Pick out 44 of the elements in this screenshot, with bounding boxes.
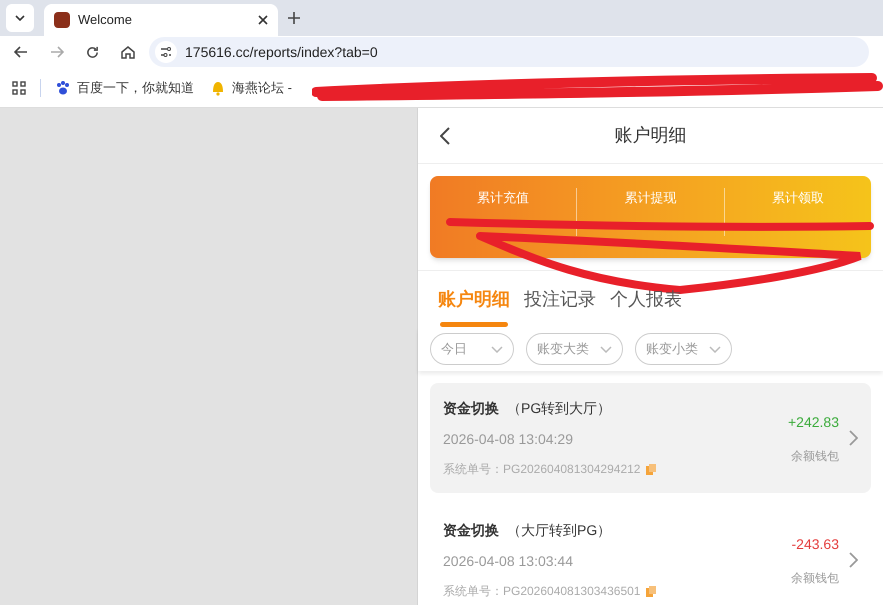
record-title: 资金切换 [443, 521, 499, 540]
back-arrow-icon[interactable] [14, 46, 28, 58]
record-detail: （PG转到大厅） [507, 399, 612, 418]
wallet-label: 余额钱包 [791, 448, 839, 464]
wallet-label: 余额钱包 [791, 570, 839, 586]
record-time: 2026-04-08 13:04:29 [443, 430, 574, 449]
chevron-right-icon [849, 430, 858, 446]
back-chevron-icon[interactable] [440, 126, 450, 144]
stat-label: 累计充值 [477, 189, 530, 207]
close-icon[interactable] [258, 15, 268, 25]
record-time: 2026-04-08 13:03:44 [443, 552, 574, 571]
site-favicon [54, 12, 70, 28]
bell-icon [210, 80, 226, 96]
chevron-down-icon [600, 346, 612, 352]
reload-icon[interactable] [86, 46, 99, 58]
amount: -243.63 [792, 534, 839, 554]
record-detail: （大厅转到PG） [507, 521, 612, 540]
record-card[interactable]: 资金切换 （PG转到大厅） 2026-04-08 13:04:29 系统单号：PG202604081304294212 +242.83 余额钱包 [430, 383, 871, 493]
chevron-right-icon [849, 552, 858, 568]
tab[interactable]: 投注记录 [524, 286, 596, 327]
stat-label: 累计提现 [624, 189, 676, 207]
bookmark-link[interactable]: 海燕论坛 - [210, 78, 292, 98]
url-text: 175616.cc/reports/index?tab=0 [185, 42, 378, 62]
order-number: 系统单号：PG202604081303436501 [443, 583, 640, 600]
stat-label: 累计领取 [772, 189, 824, 207]
home-icon[interactable] [121, 45, 135, 59]
order-number: 系统单号：PG202604081304294212 [443, 461, 640, 478]
apps-grid-icon[interactable] [12, 80, 26, 94]
tab-search-button[interactable] [6, 4, 34, 32]
address-bar[interactable]: 175616.cc/reports/index?tab=0 [149, 37, 869, 67]
tab-title: Welcome [78, 11, 133, 30]
record-title: 资金切换 [443, 399, 499, 418]
tab-underline [440, 322, 508, 327]
site-info-icon[interactable] [155, 41, 177, 63]
chevron-down-icon [491, 346, 503, 352]
amount: +242.83 [788, 412, 839, 432]
chevron-down-icon [15, 15, 25, 21]
paw-icon [55, 80, 71, 96]
bookmark-link[interactable]: 百度一下，你就知道 [55, 78, 194, 98]
chevron-down-icon [709, 346, 721, 352]
tab[interactable]: 个人报表 [610, 286, 682, 327]
new-tab-icon[interactable] [288, 12, 300, 24]
page-title: 账户明细 [614, 124, 686, 147]
browser-tab[interactable]: Welcome [44, 4, 278, 36]
